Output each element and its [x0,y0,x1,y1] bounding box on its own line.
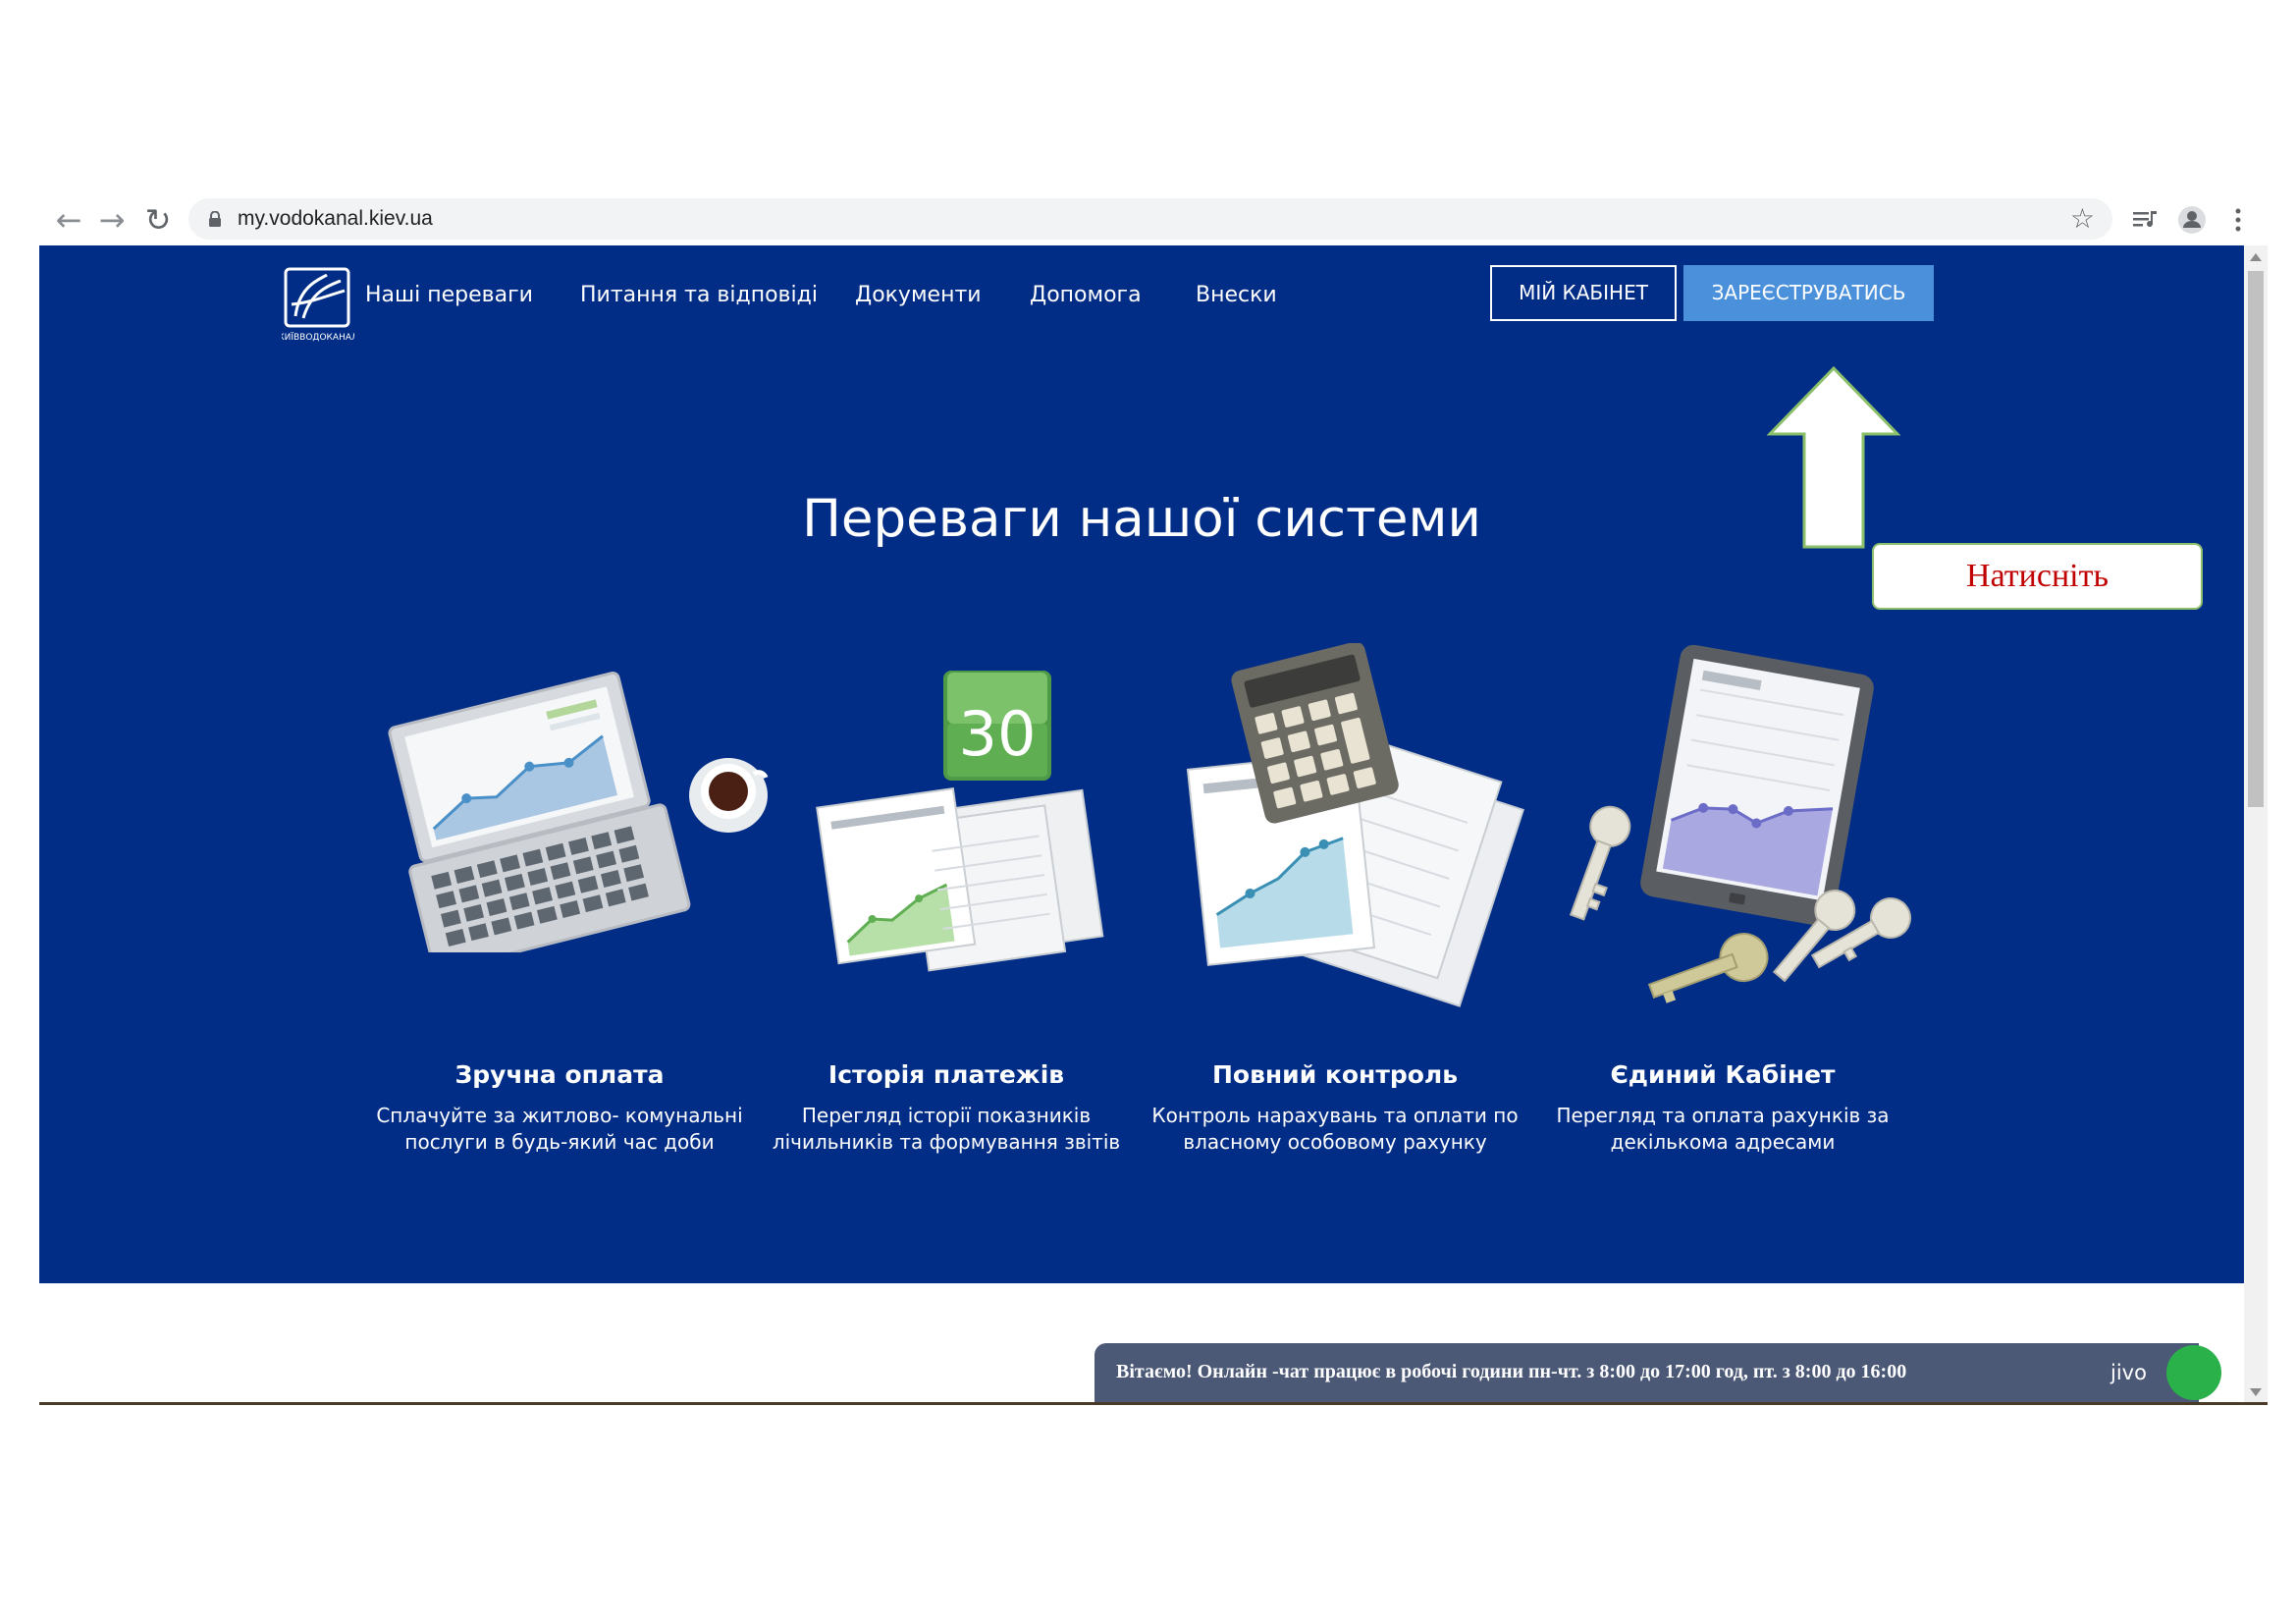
feature-title: Історія платежів [828,1060,1065,1089]
laptop-illustration [388,671,769,952]
lock-icon [209,211,221,227]
feature-description: Сплачуйте за житлово- комунальні послуги… [376,1104,743,1154]
nav-payments[interactable]: Внески [1196,283,1277,307]
scroll-down-arrow-icon[interactable] [2250,1388,2262,1396]
chat-status-icon [2166,1345,2221,1400]
chat-greeting: Вітаємо! Онлайн -чат працює в робочі год… [1116,1361,1907,1382]
reload-icon[interactable]: ↻ [140,202,176,238]
my-cabinet-button[interactable]: МІЙ КАБІНЕТ [1490,265,1677,321]
up-arrow-annotation-icon [1767,365,1900,549]
nav-advantages[interactable]: Наші переваги [365,283,533,307]
click-here-callout: Натисніть [1872,543,2203,610]
back-arrow-icon[interactable]: ← [51,202,86,238]
feature-description: Перегляд та оплата рахунків за декільком… [1556,1104,1890,1154]
media-queue-icon[interactable] [2127,202,2163,238]
forward-arrow-icon[interactable]: → [94,202,130,238]
cabinet-illustration [1569,644,1911,1003]
profile-avatar-icon[interactable] [2174,202,2210,238]
calendar-number: 30 [959,698,1037,770]
url-text: my.vodokanal.kiev.ua [238,207,433,230]
vertical-scrollbar[interactable] [2244,245,2268,1404]
feature-title: Повний контроль [1211,1060,1459,1089]
jivo-logo: jivo [2110,1361,2147,1384]
more-menu-icon[interactable] [2220,202,2256,238]
nav-help[interactable]: Допомога [1030,283,1142,307]
online-chat-bar[interactable]: Вітаємо! Онлайн -чат працює в робочі год… [1095,1343,2221,1402]
vodokanal-logo[interactable]: КИЇВВОДОКАНАЛ [282,265,354,344]
browser-toolbar: ← → ↻ my.vodokanal.kiev.ua ☆ [39,194,2268,245]
feature-title: Єдиний Кабінет [1610,1060,1836,1089]
feature-convenient-payment: Зручна оплата Сплачуйте за житлово- кому… [363,1060,756,1156]
history-illustration: 30 [816,671,1104,972]
logo-text: КИЇВВОДОКАНАЛ [282,332,354,343]
control-illustration [1186,643,1524,1007]
feature-title: Зручна оплата [454,1060,665,1089]
feature-full-control: Повний контроль Контроль нарахувань та о… [1139,1060,1531,1156]
nav-faq[interactable]: Питання та відповіді [580,283,818,307]
feature-description: Перегляд історії показників лічильників … [772,1104,1121,1154]
screenshot-divider [39,1402,2268,1405]
feature-single-cabinet: Єдиний Кабінет Перегляд та оплата рахунк… [1526,1060,1919,1156]
register-button[interactable]: ЗАРЕЄСТРУВАТИСЬ [1683,265,1934,321]
bookmark-star-icon[interactable]: ☆ [2070,204,2095,234]
feature-description: Контроль нарахувань та оплати по власном… [1151,1104,1519,1154]
feature-payment-history: Історія платежів Перегляд історії показн… [750,1060,1143,1156]
address-bar[interactable]: my.vodokanal.kiev.ua ☆ [188,198,2112,240]
hero-section: КИЇВВОДОКАНАЛ Наші переваги Питання та в… [39,245,2244,1283]
scroll-thumb[interactable] [2248,271,2264,807]
hero-title: Переваги нашої системи [802,489,1481,549]
nav-documents[interactable]: Документи [855,283,982,307]
scroll-up-arrow-icon[interactable] [2250,253,2262,261]
